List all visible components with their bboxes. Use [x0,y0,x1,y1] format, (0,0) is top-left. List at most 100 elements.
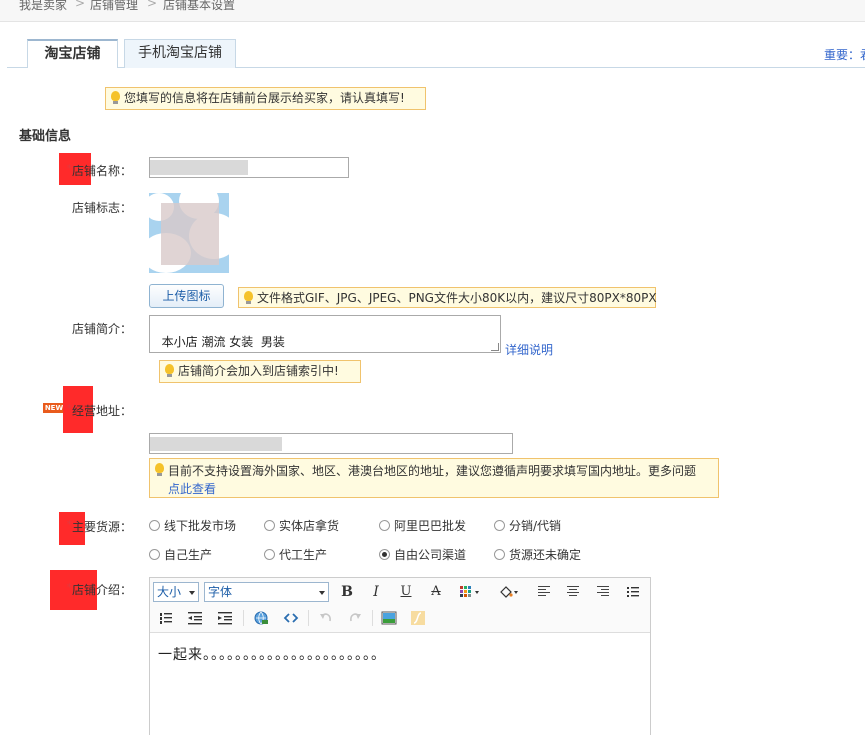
section-title: 基础信息 [19,129,72,144]
radio-button-icon [494,520,505,531]
lightbulb-icon [111,91,120,104]
source-option-oem[interactable]: 代工生产 [264,546,327,563]
code-icon [283,613,299,623]
source-option-own-production[interactable]: 自己生产 [149,546,212,563]
notice-box: 您填写的信息将在店铺前台展示给买家，请认真填写! [105,87,426,110]
source-option-distribution[interactable]: 分销/代销 [494,517,561,534]
intro-index-tip-text: 店铺简介会加入到店铺索引中! [178,364,339,378]
strikethrough-button[interactable]: A [426,582,446,602]
align-left-button[interactable] [534,582,554,602]
font-size-select-value: 大小 [157,585,182,599]
editor-content[interactable]: 一起来。。。。。。。。。。。。。。。。。。。。。。 [158,644,386,664]
shop-name-input[interactable] [149,157,349,178]
radio-selected-icon [379,549,390,560]
align-right-button[interactable] [593,582,613,602]
breadcrumb-current: 店铺基本设置 [163,0,236,12]
lightbulb-icon [165,364,174,377]
address-tip-text: 目前不支持设置海外国家、地区、港澳台地区的地址，建议您遵循声明要求填写国内地址。… [168,464,697,478]
paint-bucket-icon [500,586,518,598]
shop-name-label: *店铺名称： [52,162,132,179]
address-tip: 目前不支持设置海外国家、地区、港澳台地区的地址，建议您遵循声明要求填写国内地址。… [149,458,719,498]
bullet-list-button[interactable] [623,582,643,602]
insert-link-button[interactable] [251,608,271,628]
radio-label: 分销/代销 [509,519,562,533]
lightbulb-icon [155,463,164,476]
radio-button-icon [149,549,160,560]
radio-button-icon [264,549,275,560]
shop-intro-textarea[interactable]: 本小店 潮流 女装 男装 [149,315,501,353]
source-option-retail-store[interactable]: 实体店拿货 [264,517,339,534]
font-family-select[interactable]: 字体 [204,582,329,602]
tab-taobao-shop[interactable]: 淘宝店铺 [27,39,118,68]
source-option-company-channel[interactable]: 自由公司渠道 [379,546,466,563]
font-family-select-value: 字体 [208,585,233,599]
insert-image-button[interactable] [379,608,399,628]
outdent-icon [188,612,202,625]
intro-detail-link[interactable]: 详细说明 [505,341,553,358]
source-code-button[interactable] [281,608,301,628]
shop-name-label-text: 店铺名称： [71,164,132,178]
align-right-icon [597,586,609,598]
bold-button[interactable]: B [337,582,357,602]
undo-icon [320,613,331,622]
radio-label: 实体店拿货 [279,519,340,533]
insert-flash-button[interactable] [408,608,428,628]
numbered-list-icon [160,613,172,624]
chevron-down-icon [319,591,325,595]
source-option-alibaba[interactable]: 阿里巴巴批发 [379,517,466,534]
toolbar-separator [243,610,244,626]
italic-button[interactable]: I [366,582,386,602]
logo-format-tip: 文件格式GIF、JPG、JPEG、PNG文件大小80K以内，建议尺寸80PX*8… [238,287,657,308]
chevron-down-icon [189,591,195,595]
radio-label: 自己生产 [164,548,213,562]
toolbar-separator [308,610,309,626]
shop-logo-label: 店铺标志： [71,201,132,215]
rich-text-editor: 大小 字体 B I U A 一起来。。。。。。。。。。。。。。。。。。。。。。 [149,577,651,735]
upload-logo-button[interactable]: 上传图标 [149,284,224,308]
align-center-button[interactable] [563,582,583,602]
redo-icon [350,613,361,622]
source-option-undecided[interactable]: 货源还未确定 [494,546,581,563]
bullet-list-icon [627,587,639,597]
radio-label: 阿里巴巴批发 [394,519,467,533]
address-tip-link[interactable]: 点此查看 [168,482,216,496]
radio-label: 自由公司渠道 [394,548,467,562]
table-color-button[interactable] [458,582,484,602]
globe-link-icon [254,611,268,625]
breadcrumb-shop-manage[interactable]: 店铺管理 [90,0,138,13]
address-label: *经营地址： [52,402,132,419]
shop-intro-label: 店铺简介： [71,322,132,336]
flash-icon [411,611,425,625]
notice-text: 您填写的信息将在店铺前台展示给买家，请认真填写! [124,91,405,105]
redo-button[interactable] [345,608,365,628]
radio-label: 货源还未确定 [509,548,582,562]
redacted-blur [150,437,282,451]
intro-index-tip: 店铺简介会加入到店铺索引中! [159,360,361,383]
address-label-text: 经营地址： [71,404,132,418]
breadcrumb-separator: > [147,0,158,10]
outdent-button[interactable] [185,608,205,628]
editor-toolbar: 大小 字体 B I U A [150,578,650,633]
important-link[interactable]: 重要：君 [824,46,865,63]
source-label-text: 主要货源： [71,520,132,534]
align-left-icon [538,586,550,598]
radio-label: 线下批发市场 [164,519,237,533]
undo-button[interactable] [316,608,336,628]
font-size-select[interactable]: 大小 [153,582,199,602]
indent-button[interactable] [215,608,235,628]
breadcrumb-seller[interactable]: 我是卖家 [19,0,67,13]
address-input[interactable] [149,433,513,454]
description-label-text: 店铺介绍： [71,583,132,597]
toolbar-separator [372,610,373,626]
radio-button-icon [494,549,505,560]
logo-format-tip-text: 文件格式GIF、JPG、JPEG、PNG文件大小80K以内，建议尺寸80PX*8… [257,291,657,305]
background-color-button[interactable] [496,582,522,602]
underline-button[interactable]: U [396,582,416,602]
numbered-list-button[interactable] [156,608,176,628]
source-option-wholesale-market[interactable]: 线下批发市场 [149,517,236,534]
tab-mobile-taobao-shop[interactable]: 手机淘宝店铺 [124,39,236,68]
description-label: *店铺介绍： [52,581,132,598]
radio-button-icon [149,520,160,531]
shop-intro-value: 本小店 潮流 女装 男装 [161,335,285,349]
resize-handle-icon[interactable] [491,343,499,351]
